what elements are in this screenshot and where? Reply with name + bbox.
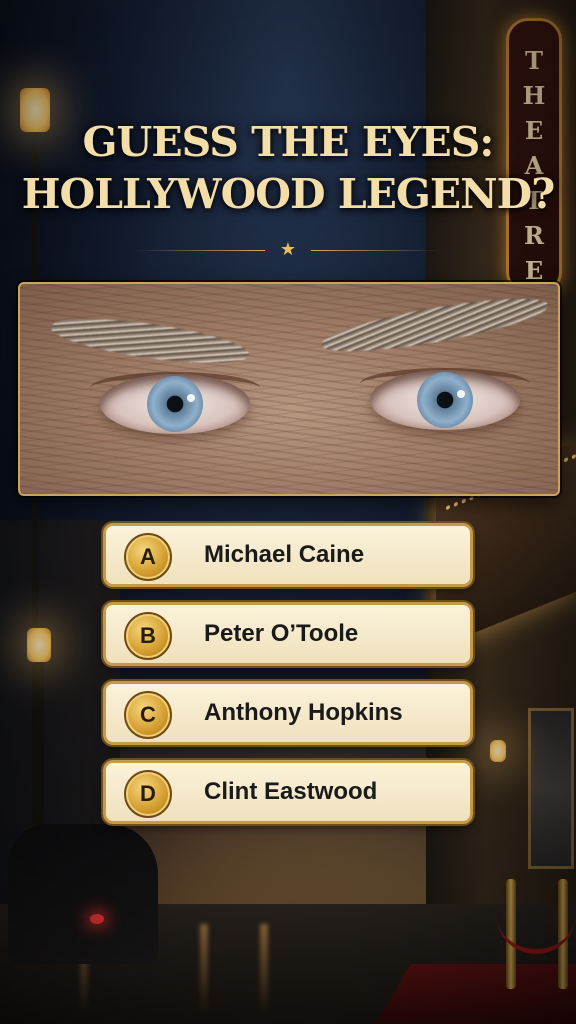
answer-label: Anthony Hopkins [204,699,403,726]
answer-options: A Michael Caine B Peter O’Toole C Anthony Hop… [0,0,576,1024]
answer-letter-badge: A [124,533,172,581]
answer-option-c[interactable]: C Anthony Hopkins [103,681,473,745]
answer-label: Clint Eastwood [204,778,378,805]
answer-option-a[interactable]: A Michael Caine [103,523,473,587]
answer-option-b[interactable]: B Peter O’Toole [103,602,473,666]
answer-letter-badge: D [124,770,172,818]
answer-letter-badge: B [124,612,172,660]
answer-label: Peter O’Toole [204,620,359,647]
answer-label: Michael Caine [204,541,365,568]
answer-option-d[interactable]: D Clint Eastwood [103,760,473,824]
answer-letter-badge: C [124,691,172,739]
